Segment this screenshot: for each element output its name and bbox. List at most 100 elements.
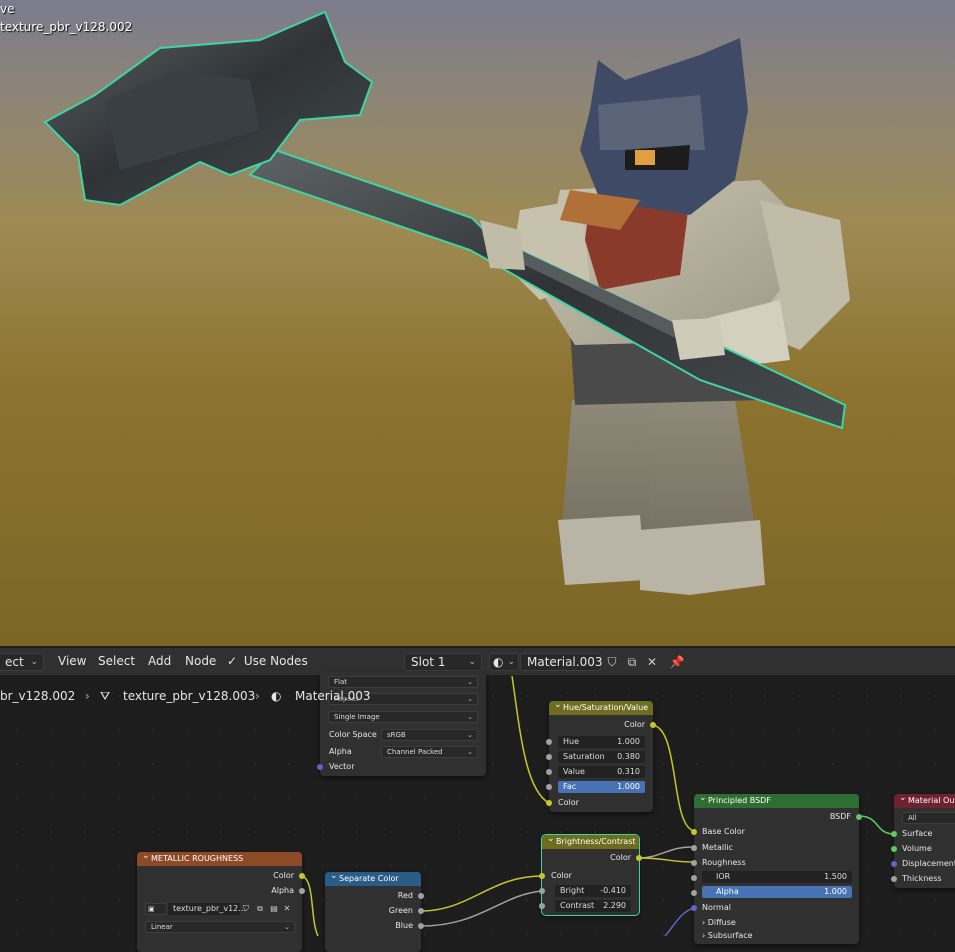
hsv-node-title[interactable]: Hue/Saturation/Value bbox=[549, 698, 653, 715]
hue-saturation-value-node[interactable]: Hue/Saturation/Value Color Hue 1.000 Satu… bbox=[546, 698, 656, 812]
principled-alpha-label: Alpha bbox=[716, 887, 739, 896]
roughness-socket[interactable] bbox=[691, 860, 697, 866]
principled-alpha-value: 1.000 bbox=[824, 887, 847, 896]
saturation-label: Saturation bbox=[563, 752, 605, 761]
open-image-icon[interactable]: ▤ bbox=[268, 903, 280, 915]
hue-field[interactable]: Hue 1.000 bbox=[558, 736, 645, 748]
chevron-down-icon: ⌄ bbox=[467, 731, 473, 739]
bright-field[interactable]: Bright -0.410 bbox=[555, 885, 631, 897]
material-sphere-icon: ◐ bbox=[271, 689, 282, 703]
fac-field[interactable]: Fac 1.000 bbox=[558, 781, 645, 793]
image-browse-button[interactable]: ▣ bbox=[145, 903, 167, 915]
interpolation-select[interactable]: Linear ⌄ bbox=[145, 921, 295, 933]
hsv-output-color-socket[interactable] bbox=[650, 722, 656, 728]
thickness-label: Thickness bbox=[902, 874, 942, 883]
red-output-socket[interactable] bbox=[418, 893, 424, 899]
volume-label: Volume bbox=[902, 844, 932, 853]
bc-input-color-label: Color bbox=[551, 871, 572, 880]
mr-output-alpha-socket[interactable] bbox=[299, 888, 305, 894]
ior-socket[interactable] bbox=[691, 875, 697, 881]
bsdf-output-socket[interactable] bbox=[856, 814, 862, 820]
brightness-contrast-node[interactable]: Brightness/Contrast Color Color Bright -0… bbox=[539, 832, 642, 916]
mr-output-alpha-label: Alpha bbox=[271, 886, 294, 895]
green-output-socket[interactable] bbox=[418, 908, 424, 914]
alpha-label: Alpha bbox=[329, 747, 352, 756]
metallic-roughness-title[interactable]: METALLIC ROUGHNESS bbox=[137, 849, 302, 866]
chevron-down-icon: ⌄ bbox=[467, 695, 473, 703]
bsdf-output-label: BSDF bbox=[829, 812, 851, 821]
base-color-socket[interactable] bbox=[691, 829, 697, 835]
value-field[interactable]: Value 0.310 bbox=[558, 766, 645, 778]
bright-value: -0.410 bbox=[600, 886, 626, 895]
alpha-mode-select[interactable]: Channel Packed ⌄ bbox=[381, 746, 478, 758]
fac-label: Fac bbox=[563, 782, 577, 791]
contrast-socket[interactable] bbox=[539, 903, 545, 909]
value-socket[interactable] bbox=[546, 769, 552, 775]
mr-output-color-socket[interactable] bbox=[299, 873, 305, 879]
contrast-value: 2.290 bbox=[603, 901, 626, 910]
color-space-value: sRGB bbox=[387, 731, 406, 739]
chevron-right-icon: › bbox=[255, 689, 260, 703]
normal-label: Normal bbox=[702, 903, 731, 912]
thickness-socket[interactable] bbox=[891, 876, 897, 882]
bc-output-color-socket[interactable] bbox=[636, 855, 642, 861]
contrast-label: Contrast bbox=[560, 901, 595, 910]
saturation-socket[interactable] bbox=[546, 754, 552, 760]
metallic-socket[interactable] bbox=[691, 845, 697, 851]
chevron-down-icon: ⌄ bbox=[284, 923, 290, 931]
output-target-value: All bbox=[908, 814, 917, 822]
red-output-label: Red bbox=[397, 891, 413, 900]
subsurface-panel[interactable]: › Subsurface bbox=[702, 929, 753, 943]
mesh-icon: ⛛ bbox=[100, 689, 111, 703]
duplicate-image-icon[interactable]: ⧉ bbox=[254, 903, 266, 915]
material-output-node[interactable]: Material Out All Surface Volume Displace… bbox=[891, 791, 955, 888]
fake-user-shield-icon[interactable]: ⛉ bbox=[240, 903, 252, 915]
metallic-roughness-texture-node[interactable]: METALLIC ROUGHNESS Color Alpha ▣ texture… bbox=[137, 849, 305, 952]
bc-output-color-label: Color bbox=[610, 853, 631, 862]
metallic-label: Metallic bbox=[702, 843, 733, 852]
principled-node-title[interactable]: Principled BSDF bbox=[694, 791, 859, 808]
image-name-field[interactable]: texture_pbr_v12... bbox=[168, 903, 246, 915]
chevron-right-icon: › bbox=[702, 918, 706, 927]
vector-input-socket[interactable] bbox=[317, 764, 323, 770]
saturation-value: 0.380 bbox=[617, 752, 640, 761]
image-icon: ▣ bbox=[148, 905, 155, 913]
ior-field[interactable]: IOR 1.500 bbox=[702, 871, 852, 883]
diffuse-panel[interactable]: › Diffuse bbox=[702, 916, 736, 930]
volume-socket[interactable] bbox=[891, 846, 897, 852]
bright-socket[interactable] bbox=[539, 888, 545, 894]
principled-bsdf-node[interactable]: Principled BSDF BSDF Base Color Metallic… bbox=[691, 791, 862, 944]
brightness-node-title[interactable]: Brightness/Contrast bbox=[542, 832, 639, 849]
separate-color-node[interactable]: Separate Color Red Green Blue bbox=[325, 869, 424, 952]
displacement-socket[interactable] bbox=[891, 861, 897, 867]
image-name-value: texture_pbr_v12... bbox=[173, 904, 246, 913]
roughness-label: Roughness bbox=[702, 858, 746, 867]
hue-socket[interactable] bbox=[546, 739, 552, 745]
separate-color-title[interactable]: Separate Color bbox=[325, 869, 421, 886]
alpha-field[interactable]: Alpha 1.000 bbox=[702, 886, 852, 898]
alpha-socket[interactable] bbox=[691, 890, 697, 896]
bright-label: Bright bbox=[560, 886, 585, 895]
surface-socket[interactable] bbox=[891, 831, 897, 837]
chevron-down-icon: ⌄ bbox=[467, 713, 473, 721]
hsv-input-color-socket[interactable] bbox=[546, 800, 552, 806]
bc-input-color-socket[interactable] bbox=[539, 873, 545, 879]
contrast-field[interactable]: Contrast 2.290 bbox=[555, 900, 631, 912]
output-target-select[interactable]: All bbox=[902, 812, 955, 824]
breadcrumb-mesh: texture_pbr_v128.003 bbox=[123, 689, 256, 703]
source-select[interactable]: Single Image ⌄ bbox=[328, 711, 478, 723]
displacement-label: Displacement bbox=[902, 859, 955, 868]
ior-value: 1.500 bbox=[824, 872, 847, 881]
diffuse-label: Diffuse bbox=[707, 918, 736, 927]
surface-label: Surface bbox=[902, 829, 933, 838]
fac-socket[interactable] bbox=[546, 784, 552, 790]
blue-output-label: Blue bbox=[395, 921, 413, 930]
saturation-field[interactable]: Saturation 0.380 bbox=[558, 751, 645, 763]
color-space-select[interactable]: sRGB ⌄ bbox=[381, 729, 478, 741]
unlink-image-icon[interactable]: ✕ bbox=[281, 903, 293, 915]
hue-value: 1.000 bbox=[617, 737, 640, 746]
output-node-title[interactable]: Material Out bbox=[894, 791, 955, 808]
breadcrumb-object: br_v128.002 bbox=[0, 689, 76, 703]
blue-output-socket[interactable] bbox=[418, 923, 424, 929]
normal-socket[interactable] bbox=[691, 905, 697, 911]
